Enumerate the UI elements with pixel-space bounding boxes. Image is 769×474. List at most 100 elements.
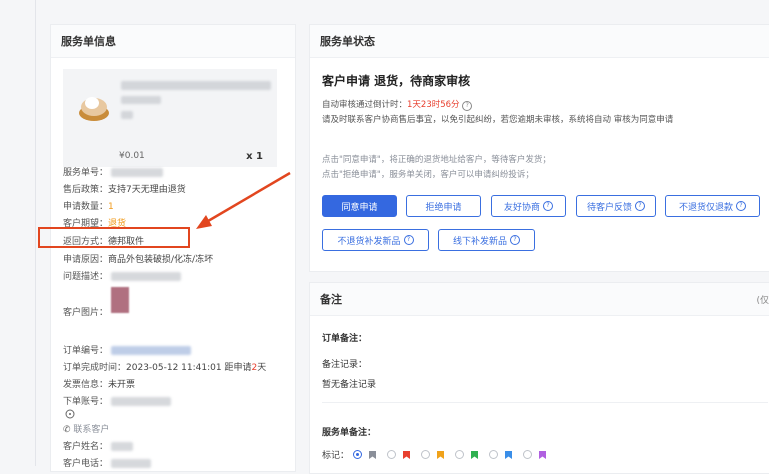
order-no-label: 订单编号： <box>63 346 109 356</box>
customer-image-thumb[interactable] <box>111 287 129 313</box>
distance-suffix: 天 <box>257 363 267 373</box>
service-no-row: 服务单号： <box>63 165 163 178</box>
agree-button-label: 同意申请 <box>341 202 378 213</box>
reject-button[interactable]: 拒绝申请 <box>406 195 481 217</box>
flag-radio-red[interactable] <box>387 450 397 459</box>
help-icon: ? <box>510 235 520 245</box>
flag-radio-yellow[interactable] <box>421 450 431 459</box>
service-status-title: 服务单状态 <box>310 25 769 58</box>
product-card[interactable]: ¥0.01 x 1 <box>63 69 277 167</box>
agree-button[interactable]: 同意申请 <box>322 195 397 217</box>
offline-resend-button[interactable]: 线下补发新品? <box>438 229 535 251</box>
reject-hint: 点击"拒绝申请"，服务单关闭，客户可以申请纠纷投诉； <box>322 170 534 180</box>
finish-time-row: 订单完成时间：2023-05-12 11:41:01 距申请2天 <box>63 360 266 373</box>
finish-time-value: 2023-05-12 11:41:01 <box>126 363 222 373</box>
chat-icon[interactable] <box>65 409 75 419</box>
account-row: 下单账号： <box>63 394 171 407</box>
account-redacted <box>110 397 171 406</box>
contact-customer-link[interactable]: ✆ 联系客户 <box>63 422 109 435</box>
help-icon: ? <box>403 235 414 245</box>
status-headline: 客户申请 退货，待商家审核 <box>322 74 471 88</box>
cust-name-row: 客户姓名： <box>63 439 133 452</box>
product-thumbnail <box>79 97 109 121</box>
help-icon: ? <box>635 201 645 211</box>
contact-customer-label: 联系客户 <box>73 425 110 435</box>
product-name-redacted <box>121 81 271 90</box>
no-remark-text: 暂无备注记录 <box>322 380 377 390</box>
remark-right-hint: (仅京 <box>756 295 769 306</box>
phone-icon: ✆ <box>63 425 71 435</box>
flag-green-icon <box>471 450 479 459</box>
product-qty: x 1 <box>246 151 263 162</box>
info-icon[interactable]: ? <box>462 101 473 111</box>
image-label: 客户图片： <box>63 308 109 318</box>
cust-name-redacted <box>110 442 133 451</box>
flag-radio-green[interactable] <box>455 450 465 459</box>
apply-qty-label: 申请数量： <box>63 202 109 212</box>
help-icon: ? <box>543 201 553 211</box>
service-status-panel: 服务单状态 客户申请 退货，待商家审核 自动审核通过倒计时：1天23时56分 ?… <box>309 24 769 272</box>
refund-only-label: 不退货仅退款 <box>678 202 733 213</box>
apply-qty-row: 申请数量：1 <box>63 199 114 212</box>
countdown-value: 1天23时56分 <box>407 100 460 110</box>
desc-label: 问题描述： <box>63 272 109 282</box>
order-no-link-redacted[interactable] <box>110 346 191 355</box>
resend-new-button[interactable]: 不退货补发新品? <box>322 229 429 251</box>
product-price: ¥0.01 <box>119 151 145 161</box>
negotiate-button[interactable]: 友好协商? <box>491 195 566 217</box>
reason-label: 申请原因： <box>63 255 109 265</box>
flag-grey-icon <box>369 450 377 459</box>
policy-row: 售后政策：支持7天无理由退货 <box>63 182 186 195</box>
countdown-row: 自动审核通过倒计时：1天23时56分 ? <box>322 98 473 111</box>
cust-phone-label: 客户电话： <box>63 459 109 469</box>
finish-time-label: 订单完成时间： <box>63 363 127 373</box>
policy-label: 售后政策： <box>63 185 109 195</box>
product-spec2-redacted <box>121 111 133 119</box>
service-no-label: 服务单号： <box>63 168 109 178</box>
remark-header: 备注 (仅京 <box>310 283 769 316</box>
refund-only-button[interactable]: 不退货仅退款? <box>665 195 760 217</box>
divider <box>322 402 768 403</box>
invoice-value: 未开票 <box>108 380 136 390</box>
desc-redacted <box>110 272 181 281</box>
distance-prefix: 距申请 <box>224 363 252 373</box>
reject-button-label: 拒绝申请 <box>425 202 462 213</box>
cust-name-label: 客户姓名： <box>63 442 109 452</box>
account-label: 下单账号： <box>63 397 109 407</box>
product-spec-redacted <box>121 96 161 104</box>
negotiate-button-label: 友好协商 <box>503 202 540 213</box>
apply-qty-value: 1 <box>108 202 114 212</box>
remark-panel: 备注 (仅京 订单备注： 备注记录： 暂无备注记录 服务单备注： 标记： <box>309 282 769 474</box>
await-feedback-label: 待客户反馈 <box>586 202 632 213</box>
offline-resend-label: 线下补发新品 <box>452 236 507 247</box>
flag-yellow-icon <box>437 450 445 459</box>
await-feedback-button[interactable]: 待客户反馈? <box>576 195 656 217</box>
reason-value: 商品外包装破损/化冻/冻坏 <box>108 255 214 265</box>
page-left-edge <box>0 0 36 466</box>
flag-purple-icon <box>539 450 547 459</box>
resend-new-label: 不退货补发新品 <box>337 236 401 247</box>
image-row: 客户图片： <box>63 305 108 318</box>
flag-radio-grey[interactable] <box>353 450 363 459</box>
return-method-highlight-box <box>38 227 190 248</box>
remark-record-label: 备注记录： <box>322 360 368 370</box>
flag-radio-purple[interactable] <box>523 450 533 459</box>
invoice-label: 发票信息： <box>63 380 109 390</box>
flag-red-icon <box>403 450 411 459</box>
policy-value: 支持7天无理由退货 <box>108 185 186 195</box>
service-remark-label: 服务单备注： <box>322 428 377 438</box>
flag-blue-icon <box>505 450 513 459</box>
review-notice: 请及时联系客户协商售后事宜，以免引起纠纷，若您逾期未审核，系统将自动 审核为同意… <box>322 115 674 125</box>
help-icon: ? <box>736 201 746 211</box>
order-remark-label: 订单备注： <box>322 334 368 344</box>
remark-title: 备注 <box>320 293 342 306</box>
flag-label: 标记： <box>322 451 350 461</box>
agree-hint: 点击"同意申请"，将正确的退货地址给客户，等待客户发货； <box>322 155 551 165</box>
order-no-row: 订单编号： <box>63 343 191 356</box>
flag-radio-blue[interactable] <box>489 450 499 459</box>
cust-phone-row: 客户电话： <box>63 456 151 469</box>
service-info-title: 服务单信息 <box>51 25 295 58</box>
desc-row: 问题描述： <box>63 269 181 282</box>
invoice-row: 发票信息：未开票 <box>63 377 135 390</box>
service-no-redacted <box>110 168 163 177</box>
